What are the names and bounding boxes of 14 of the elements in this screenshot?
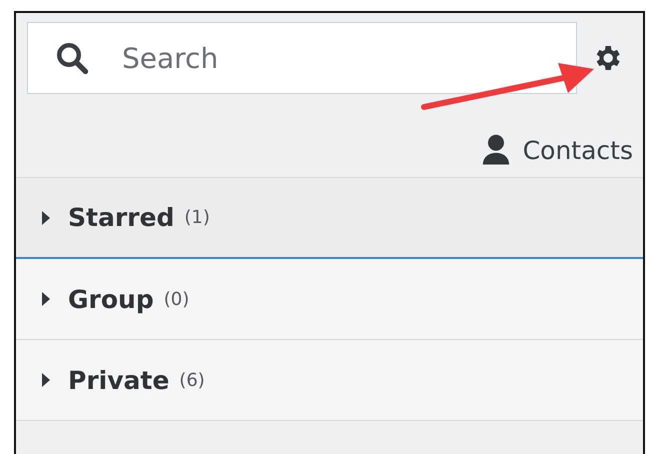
- search-field[interactable]: Search: [120, 40, 524, 76]
- contacts-link[interactable]: Contacts: [480, 134, 633, 166]
- search-bar[interactable]: Search: [27, 22, 577, 94]
- group-row[interactable]: Starred (1): [16, 178, 643, 259]
- search-icon: [54, 40, 90, 76]
- group-name: Private: [68, 366, 170, 394]
- group-row[interactable]: Group (0): [16, 259, 643, 340]
- group-row[interactable]: Private (6): [16, 340, 643, 421]
- group-name: Starred: [68, 203, 174, 232]
- person-icon: [480, 134, 511, 166]
- group-name: Group: [68, 284, 154, 314]
- group-count: (1): [184, 207, 210, 228]
- group-count: (0): [164, 288, 190, 310]
- group-count: (6): [179, 370, 205, 390]
